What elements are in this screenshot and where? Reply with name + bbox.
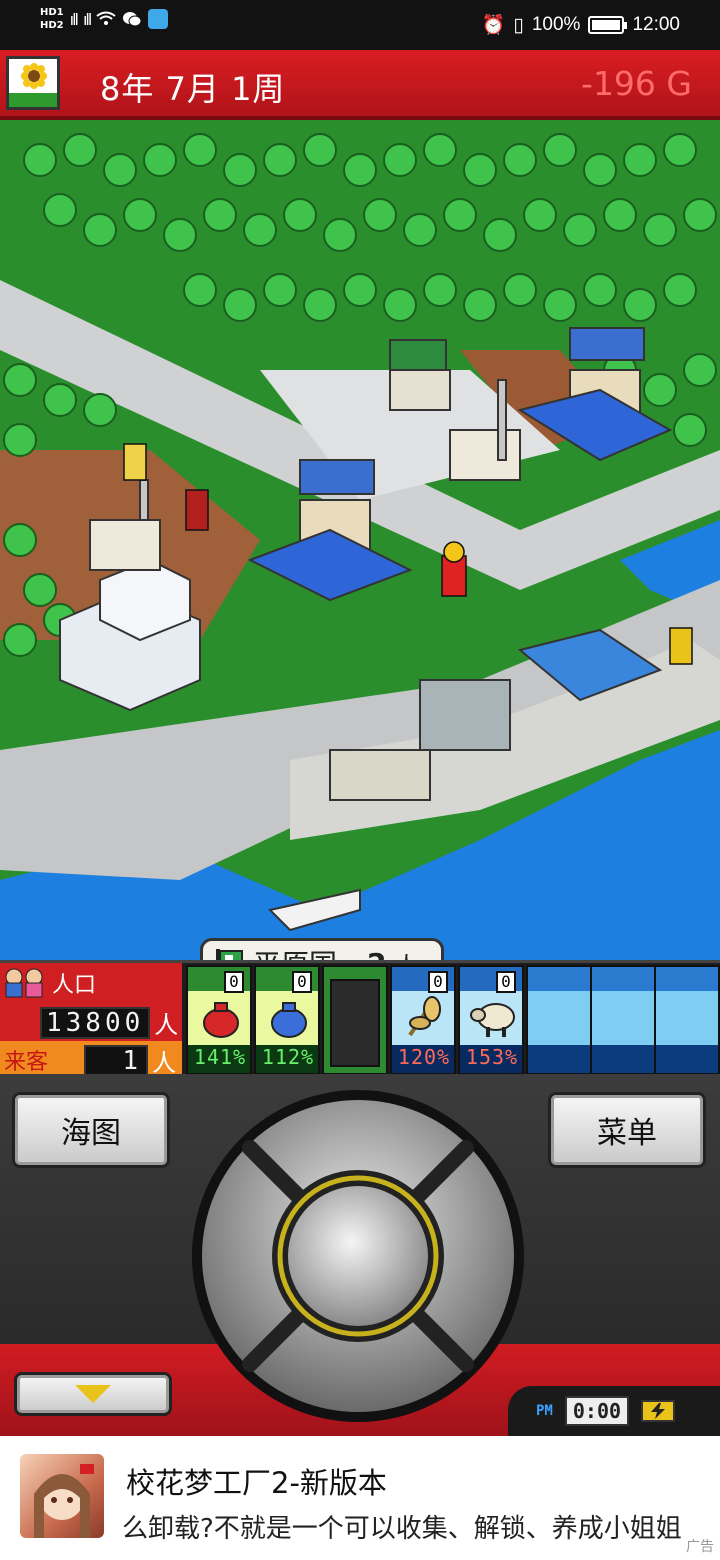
battery-icon — [588, 16, 628, 34]
dpad[interactable] — [188, 1086, 528, 1426]
signal-icon: ıll — [69, 9, 79, 29]
town-name: 平原国 — [253, 943, 337, 960]
goods-percent: 153% — [465, 1045, 519, 1069]
goods-count: 0 — [428, 971, 448, 993]
visitor-value: 1 — [84, 1044, 148, 1077]
game-header: 8年 7月 1周 -196 G — [0, 50, 720, 120]
dpad-center-button[interactable] — [288, 1186, 428, 1326]
town-population: 2 — [367, 947, 386, 961]
money-display: -196 G — [581, 64, 692, 103]
clock-ampm: PM — [536, 1403, 553, 1419]
status-bar: HD1 HD2 ıll ıll ⏰ ▯ 100% 12:00 — [0, 0, 720, 50]
goods-count: 0 — [496, 971, 516, 993]
controller-area: 海图 菜单 PM 0:00 — [0, 1074, 720, 1436]
game-map[interactable]: 平原国 2 人 不够 — [0, 120, 720, 960]
hd-indicator: HD1 HD2 — [40, 7, 64, 31]
clock: 12:00 — [632, 14, 680, 35]
goods-count: 0 — [292, 971, 312, 993]
app-notification-icon — [148, 9, 169, 29]
ad-thumbnail — [20, 1454, 104, 1538]
goods-count: 0 — [224, 971, 244, 993]
battery-percent: 100% — [531, 14, 581, 35]
goods-percent: 120% — [397, 1045, 451, 1069]
visitor-label: 来客 — [4, 1050, 49, 1075]
status-left: HD1 HD2 ıll ıll — [40, 6, 169, 32]
goods-slot-sheep[interactable]: 0 153% — [458, 965, 524, 1075]
goods-slot-blank[interactable] — [590, 965, 656, 1075]
ad-banner[interactable]: 校花梦工厂2-新版本 么卸载?不就是一个可以收集、解锁、养成小姐姐 广告 — [0, 1436, 720, 1560]
goods-slot-empty[interactable] — [322, 965, 388, 1075]
wifi-icon — [96, 10, 116, 28]
menu-button[interactable]: 菜单 — [548, 1092, 706, 1168]
game-clock: PM 0:00 — [508, 1386, 720, 1436]
sheep-icon — [470, 1003, 515, 1037]
status-right: ⏰ ▯ 100% 12:00 — [482, 13, 680, 37]
goods-slot-blank[interactable] — [526, 965, 592, 1075]
population-box: 人口 13800 人 来客 1 人 — [0, 963, 182, 1077]
signal-icon: ıll — [82, 9, 92, 29]
population-unit: 人 — [154, 1011, 179, 1039]
ad-tag: 广告 — [686, 1539, 714, 1555]
goods-slot-red-bag[interactable]: 0 141% — [186, 965, 252, 1075]
flag-icon — [215, 949, 245, 960]
visitor-row: 来客 1 人 — [0, 1041, 182, 1077]
collapse-button[interactable] — [14, 1372, 172, 1416]
clock-time: 0:00 — [564, 1396, 630, 1426]
sea-chart-button[interactable]: 海图 — [12, 1092, 170, 1168]
goods-slot-blank[interactable] — [654, 965, 720, 1075]
vibrate-icon: ▯ — [513, 14, 524, 36]
blue-bag-icon — [271, 1002, 307, 1038]
people-icon — [0, 967, 50, 999]
visitor-unit: 人 — [152, 1049, 176, 1077]
population-value: 13800 — [40, 1006, 151, 1039]
ad-title: 校花梦工厂2-新版本 — [126, 1466, 387, 1500]
sunflower-icon[interactable] — [6, 56, 60, 110]
alarm-icon: ⏰ — [481, 15, 506, 36]
goods-percent: 141% — [193, 1045, 247, 1069]
goods-slot-blue-bag[interactable]: 0 112% — [254, 965, 320, 1075]
goods-slot-wheat[interactable]: 0 120% — [390, 965, 456, 1075]
wechat-icon — [122, 10, 142, 28]
town-label[interactable]: 平原国 2 人 — [200, 938, 444, 960]
goods-percent: 112% — [261, 1045, 315, 1069]
map-scene — [0, 120, 720, 960]
chevron-down-icon — [75, 1385, 111, 1403]
population-label: 人口 — [52, 973, 97, 998]
info-panel: 人口 13800 人 来客 1 人 0 141% 0 112% 0 120% 0 — [0, 960, 720, 1077]
game-date: 8年 7月 1周 — [100, 70, 286, 108]
speed-bolt-icon[interactable] — [641, 1400, 676, 1422]
ad-description: 么卸载?不就是一个可以收集、解锁、养成小姐姐 — [122, 1514, 682, 1544]
empty-slot — [330, 979, 380, 1067]
red-bag-icon — [203, 1002, 239, 1038]
wheat-icon — [408, 996, 441, 1037]
town-population-unit: 人 — [395, 946, 419, 961]
